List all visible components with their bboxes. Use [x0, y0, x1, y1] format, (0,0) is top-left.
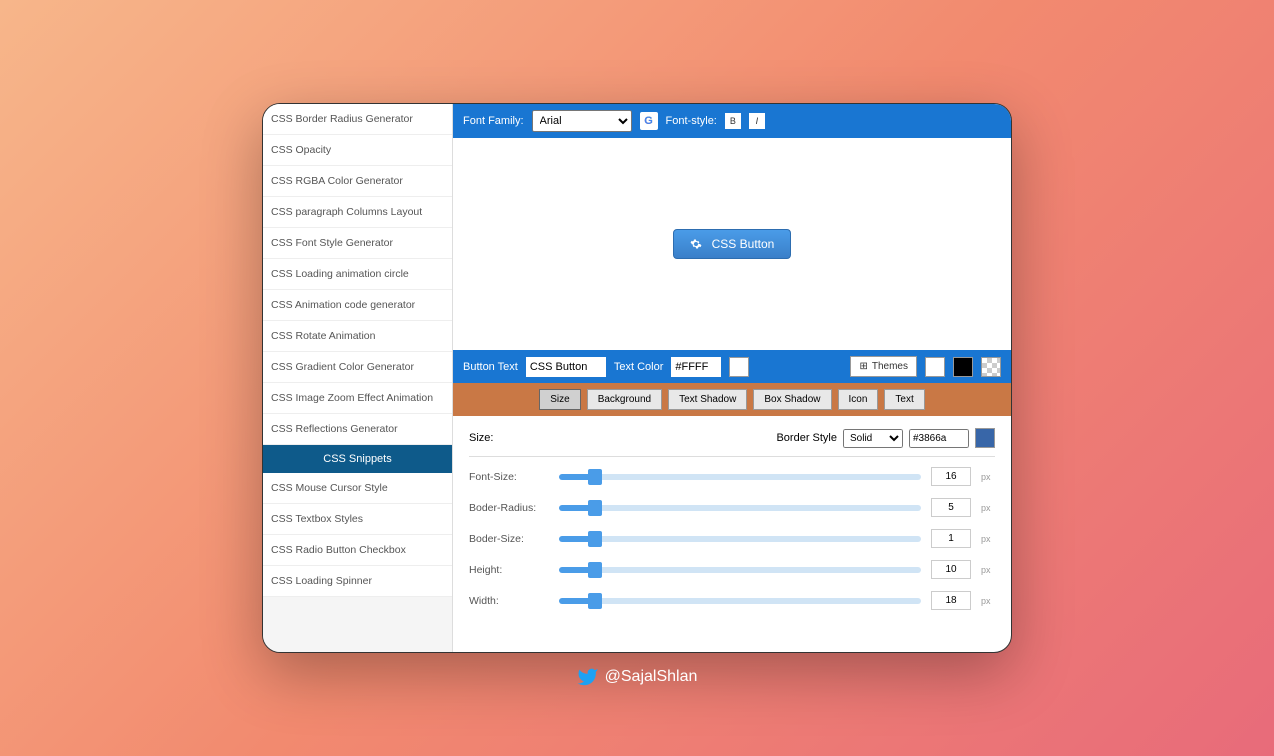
theme-swatch-transparent[interactable] — [981, 357, 1001, 377]
sidebar-item[interactable]: CSS Mouse Cursor Style — [263, 473, 452, 504]
sidebar-item[interactable]: CSS Rotate Animation — [263, 321, 452, 352]
slider-row: Boder-Radius: px — [469, 498, 995, 517]
tab-size[interactable]: Size — [539, 389, 580, 410]
slider-row: Boder-Size: px — [469, 529, 995, 548]
top-toolbar: Font Family: Arial G Font-style: B I — [453, 104, 1011, 138]
sidebar-item[interactable]: CSS Textbox Styles — [263, 504, 452, 535]
sidebar-item[interactable]: CSS paragraph Columns Layout — [263, 197, 452, 228]
text-color-input[interactable] — [671, 357, 721, 377]
sidebar-item[interactable]: CSS Reflections Generator — [263, 414, 452, 445]
text-color-label: Text Color — [614, 361, 664, 373]
themes-button[interactable]: ⊞ Themes — [850, 356, 917, 377]
slider-label: Height: — [469, 564, 549, 576]
slider-value-input[interactable] — [931, 591, 971, 610]
slider-unit: px — [981, 596, 995, 606]
preview-button-label: CSS Button — [712, 237, 775, 251]
slider-value-input[interactable] — [931, 560, 971, 579]
font-family-label: Font Family: — [463, 115, 524, 127]
tab-background[interactable]: Background — [587, 389, 662, 410]
tab-box-shadow[interactable]: Box Shadow — [753, 389, 831, 410]
slider-row: Font-Size: px — [469, 467, 995, 486]
slider-value-input[interactable] — [931, 498, 971, 517]
sidebar-item[interactable]: CSS Radio Button Checkbox — [263, 535, 452, 566]
sidebar-section-header: CSS Snippets — [263, 445, 452, 473]
button-text-label: Button Text — [463, 361, 518, 373]
slider-track[interactable] — [559, 567, 921, 573]
slider-value-input[interactable] — [931, 467, 971, 486]
slider-unit: px — [981, 472, 995, 482]
slider-label: Font-Size: — [469, 471, 549, 483]
sidebar-item[interactable]: CSS Gradient Color Generator — [263, 352, 452, 383]
slider-thumb[interactable] — [588, 500, 602, 516]
border-color-swatch[interactable] — [975, 428, 995, 448]
twitter-icon — [577, 666, 599, 688]
sidebar-item[interactable]: CSS Image Zoom Effect Animation — [263, 383, 452, 414]
slider-thumb[interactable] — [588, 531, 602, 547]
italic-button[interactable]: I — [749, 113, 765, 129]
tab-text[interactable]: Text — [884, 389, 924, 410]
bold-button[interactable]: B — [725, 113, 741, 129]
slider-thumb[interactable] — [588, 562, 602, 578]
slider-track[interactable] — [559, 598, 921, 604]
slider-unit: px — [981, 503, 995, 513]
slider-thumb[interactable] — [588, 593, 602, 609]
google-fonts-icon[interactable]: G — [640, 112, 658, 130]
slider-label: Boder-Radius: — [469, 502, 549, 514]
app-window: CSS Border Radius Generator CSS Opacity … — [262, 103, 1012, 653]
border-style-label: Border Style — [776, 432, 837, 444]
grid-icon: ⊞ — [859, 361, 867, 372]
button-text-input[interactable] — [526, 357, 606, 377]
preview-area: CSS Button — [453, 138, 1011, 350]
slider-thumb[interactable] — [588, 469, 602, 485]
tab-icon[interactable]: Icon — [838, 389, 879, 410]
sidebar-item[interactable]: CSS RGBA Color Generator — [263, 166, 452, 197]
main-panel: Font Family: Arial G Font-style: B I CSS… — [453, 104, 1011, 652]
gear-icon — [690, 238, 702, 250]
size-panel: Size: Border Style Solid Font-Size: px B… — [453, 416, 1011, 652]
sidebar-item[interactable]: CSS Loading Spinner — [263, 566, 452, 597]
slider-row: Height: px — [469, 560, 995, 579]
slider-track[interactable] — [559, 505, 921, 511]
preview-button[interactable]: CSS Button — [673, 229, 792, 259]
slider-label: Boder-Size: — [469, 533, 549, 545]
theme-swatch-white[interactable] — [925, 357, 945, 377]
tab-bar: Size Background Text Shadow Box Shadow I… — [453, 383, 1011, 416]
sidebar-item[interactable]: CSS Animation code generator — [263, 290, 452, 321]
font-style-label: Font-style: — [666, 115, 717, 127]
slider-label: Width: — [469, 595, 549, 607]
slider-row: Width: px — [469, 591, 995, 610]
border-style-select[interactable]: Solid — [843, 429, 903, 448]
slider-unit: px — [981, 534, 995, 544]
text-color-swatch[interactable] — [729, 357, 749, 377]
tab-text-shadow[interactable]: Text Shadow — [668, 389, 747, 410]
twitter-handle: @SajalShlan — [577, 666, 698, 688]
sidebar-item[interactable]: CSS Loading animation circle — [263, 259, 452, 290]
sidebar-item[interactable]: CSS Border Radius Generator — [263, 104, 452, 135]
slider-value-input[interactable] — [931, 529, 971, 548]
panel-title: Size: — [469, 432, 493, 444]
slider-unit: px — [981, 565, 995, 575]
sidebar: CSS Border Radius Generator CSS Opacity … — [263, 104, 453, 652]
border-color-input[interactable] — [909, 429, 969, 448]
sidebar-item[interactable]: CSS Font Style Generator — [263, 228, 452, 259]
mid-toolbar: Button Text Text Color ⊞ Themes — [453, 350, 1011, 383]
font-family-select[interactable]: Arial — [532, 110, 632, 132]
slider-track[interactable] — [559, 536, 921, 542]
slider-track[interactable] — [559, 474, 921, 480]
sidebar-item[interactable]: CSS Opacity — [263, 135, 452, 166]
theme-swatch-black[interactable] — [953, 357, 973, 377]
